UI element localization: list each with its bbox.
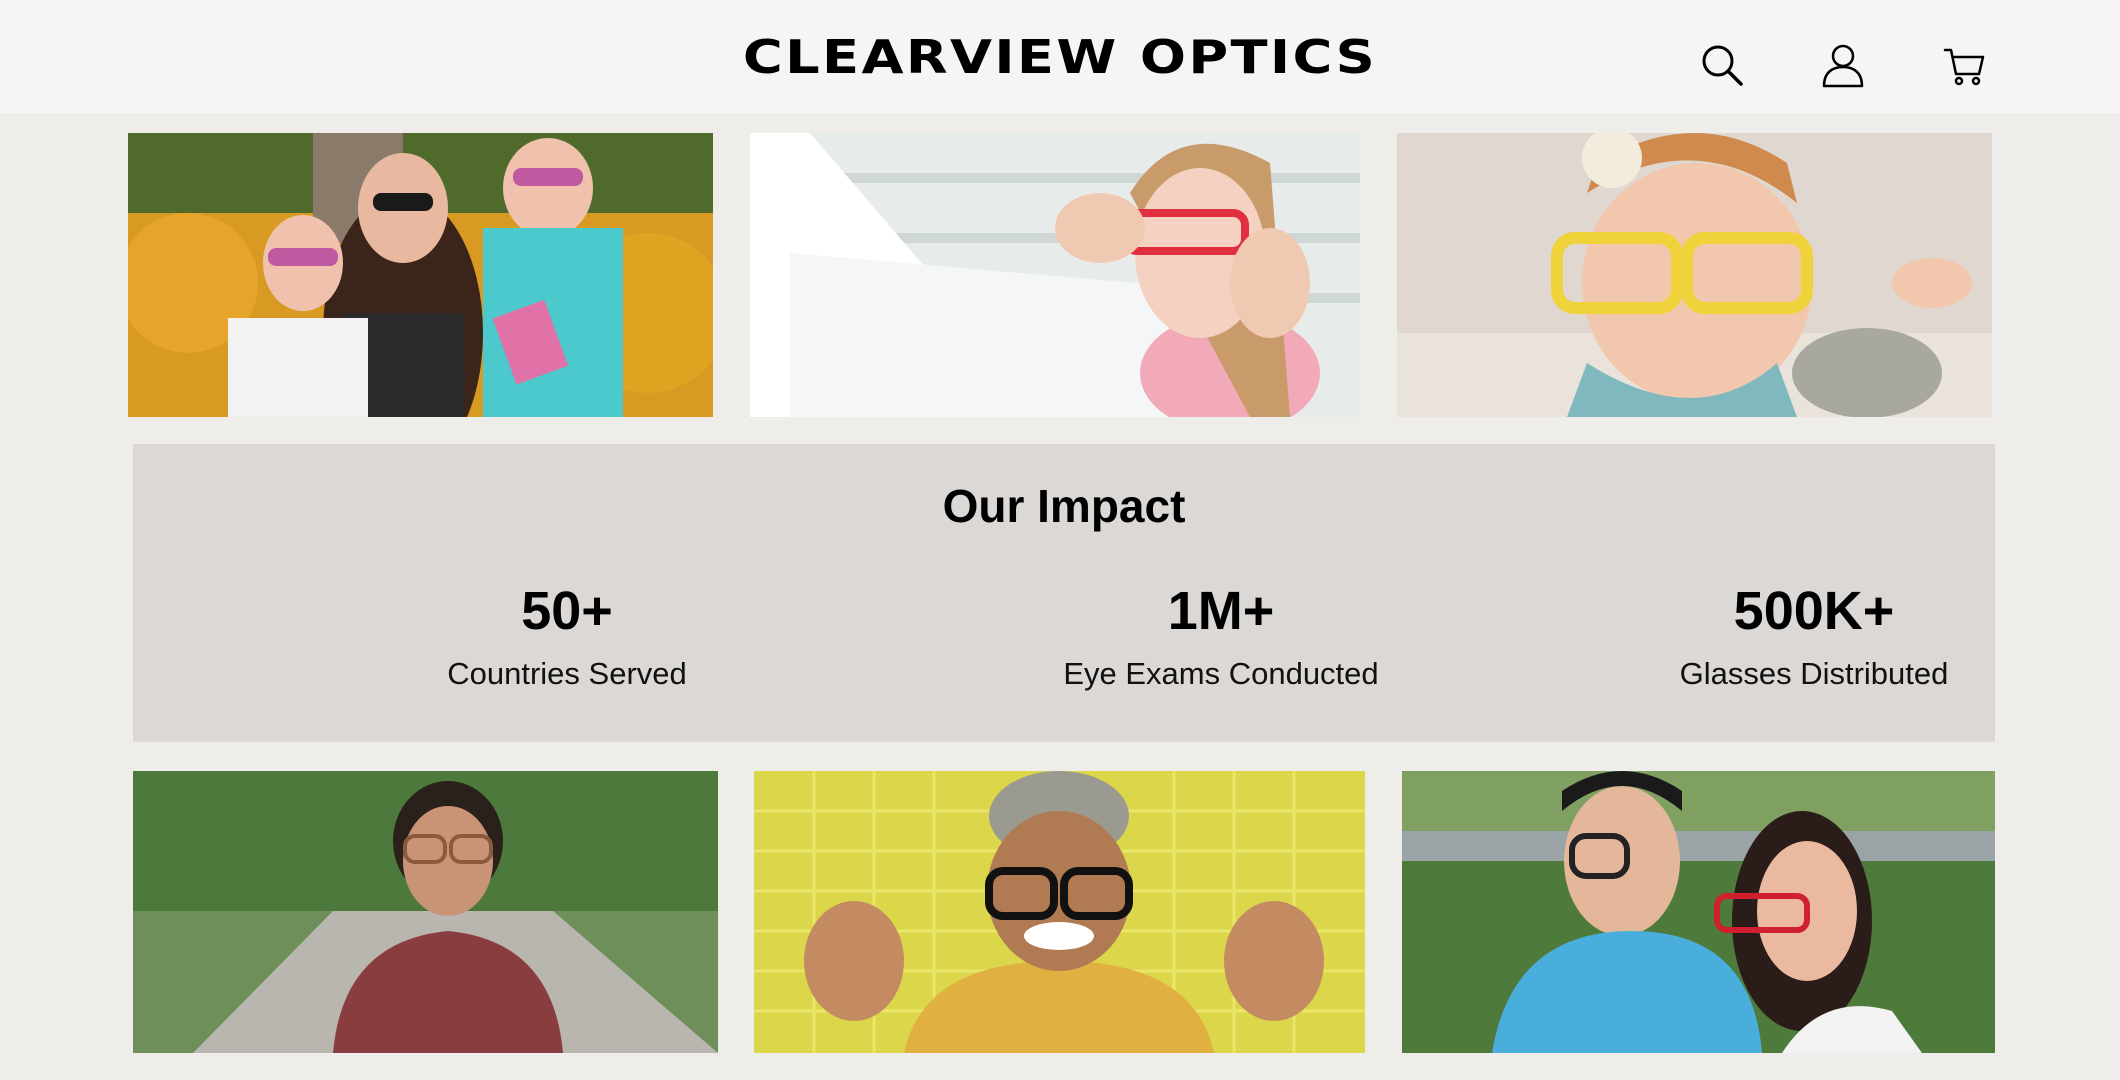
stat-value: 50+ bbox=[521, 581, 613, 641]
account-button[interactable] bbox=[1818, 40, 1868, 90]
kid-thumbs-up-photo bbox=[754, 771, 1365, 1053]
impact-section: Our Impact 50+ Countries Served 1M+ Eye … bbox=[133, 444, 1995, 742]
stat-countries: 50+ Countries Served bbox=[307, 584, 827, 692]
family-sunglasses-photo bbox=[128, 133, 713, 417]
stat-value: 1M+ bbox=[1167, 581, 1275, 641]
user-icon bbox=[1822, 44, 1864, 88]
stat-label: Eye Exams Conducted bbox=[1063, 656, 1379, 691]
stat-label: Glasses Distributed bbox=[1679, 656, 1949, 691]
search-icon bbox=[1702, 45, 1743, 86]
senior-woman-photo bbox=[133, 771, 718, 1053]
baby-yellow-glasses-photo bbox=[1397, 133, 1992, 417]
cart-icon bbox=[1943, 48, 1985, 86]
stat-eye-exams: 1M+ Eye Exams Conducted bbox=[961, 584, 1481, 692]
couple-glasses-photo bbox=[1402, 771, 1995, 1053]
brand-logo[interactable]: CLEARVIEW OPTICS bbox=[0, 30, 2120, 84]
stat-glasses: 500K+ Glasses Distributed bbox=[1554, 584, 2074, 692]
impact-title: Our Impact bbox=[942, 480, 1186, 532]
stat-value: 500K+ bbox=[1733, 581, 1895, 641]
cart-button[interactable] bbox=[1940, 40, 1990, 90]
stat-label: Countries Served bbox=[447, 656, 687, 691]
site-header: CLEARVIEW OPTICS bbox=[0, 0, 2120, 113]
search-button[interactable] bbox=[1697, 40, 1747, 90]
girl-fitting-photo bbox=[750, 133, 1360, 417]
